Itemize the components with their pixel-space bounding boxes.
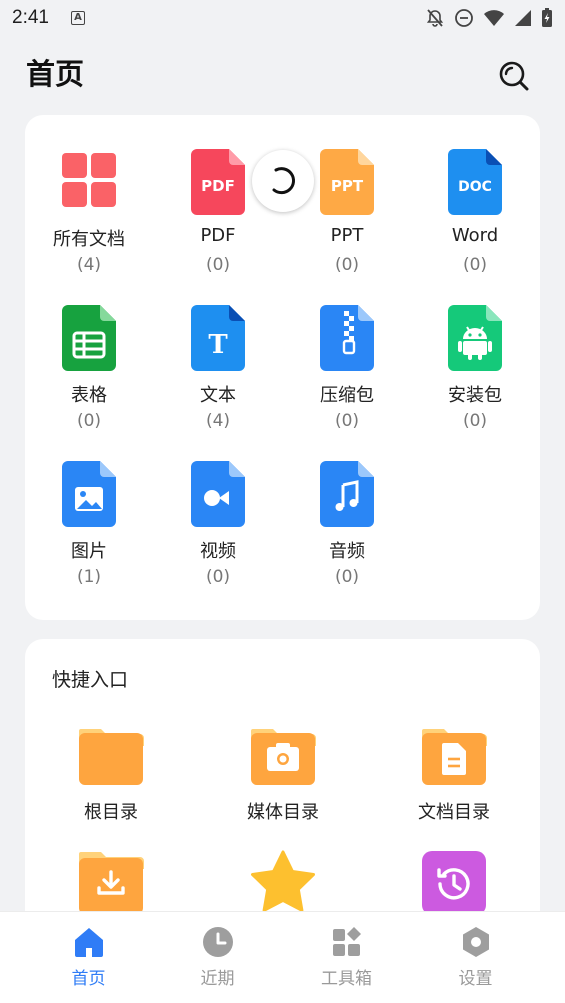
status-time: 2:41 <box>12 7 49 28</box>
nav-label: 工具箱 <box>321 969 372 989</box>
wifi-icon <box>484 10 504 26</box>
pdf-badge-text: PDF <box>201 177 235 195</box>
search-button[interactable] <box>496 58 532 94</box>
file-type-count: (0) <box>334 255 360 275</box>
file-type-count: (0) <box>76 411 102 431</box>
ppt-icon: PPT <box>320 149 374 215</box>
nav-label: 设置 <box>458 969 493 989</box>
pdf-icon: PDF <box>191 149 245 215</box>
ppt-badge-text: PPT <box>331 177 364 195</box>
root-folder-icon <box>79 729 144 785</box>
app-header: 首页 <box>0 52 565 98</box>
status-bar: 2:41 A <box>0 0 565 36</box>
file-type-audio[interactable]: 音频 (0) <box>283 461 411 611</box>
text-badge-glyph: T <box>208 330 228 360</box>
file-type-label: 图片 <box>71 541 107 562</box>
file-type-count: (0) <box>205 255 231 275</box>
page-title: 首页 <box>26 57 85 91</box>
file-type-image[interactable]: 图片 (1) <box>25 461 153 611</box>
bottom-navigation: 首页 近期 工具箱 设置 <box>0 911 565 1003</box>
file-type-count: (0) <box>462 411 488 431</box>
file-type-count: (0) <box>334 567 360 587</box>
file-type-label: 音频 <box>329 541 365 562</box>
loading-spinner <box>252 150 314 212</box>
clock-icon <box>203 927 233 957</box>
toolbox-icon <box>333 927 361 956</box>
battery-charging-icon <box>542 8 552 27</box>
audio-icon <box>320 461 374 527</box>
file-type-count: (1) <box>76 567 102 587</box>
quick-item-label: 根目录 <box>84 802 138 823</box>
accessibility-notification-icon: A <box>70 11 85 25</box>
video-icon <box>191 461 245 527</box>
bell-off-icon <box>426 9 444 27</box>
media-folder-icon <box>251 729 316 785</box>
spinner-arc-icon <box>272 167 295 195</box>
file-type-label: PPT <box>330 225 364 246</box>
quick-item-label: 文档目录 <box>418 802 490 823</box>
file-type-label: 所有文档 <box>53 229 125 250</box>
nav-tab-recent[interactable]: 近期 <box>147 912 288 1003</box>
file-type-count: (0) <box>205 567 231 587</box>
file-type-label: 表格 <box>71 385 107 406</box>
file-type-label: 视频 <box>200 541 236 562</box>
search-icon <box>499 61 529 91</box>
document-folder-icon <box>422 729 487 785</box>
file-type-spreadsheet[interactable]: 表格 (0) <box>25 305 153 455</box>
quick-access-card: 快捷入口 根目录 媒体目录 文档目录 <box>25 639 540 929</box>
nav-tab-toolbox[interactable]: 工具箱 <box>276 912 417 1003</box>
file-type-archive[interactable]: 压缩包 (0) <box>283 305 411 455</box>
spreadsheet-icon <box>62 305 116 371</box>
word-badge-text: DOC <box>458 179 492 195</box>
nav-label: 首页 <box>71 969 106 989</box>
file-type-label: 安装包 <box>448 385 502 406</box>
star-icon <box>251 850 315 912</box>
file-type-video[interactable]: 视频 (0) <box>154 461 282 611</box>
file-type-android-package[interactable]: 安装包 (0) <box>411 305 539 455</box>
history-icon <box>422 851 486 915</box>
nav-tab-settings[interactable]: 设置 <box>405 912 546 1003</box>
status-icons <box>425 8 553 28</box>
android-package-icon <box>448 305 502 371</box>
quick-item-label: 媒体目录 <box>247 802 319 823</box>
nav-label: 近期 <box>200 969 235 989</box>
archive-icon <box>320 305 374 371</box>
image-icon <box>62 461 116 527</box>
home-icon <box>75 928 103 957</box>
quick-item-document-folder[interactable]: 文档目录 <box>368 721 540 831</box>
signal-icon <box>515 10 531 26</box>
file-type-label: 文本 <box>200 385 236 406</box>
file-type-count: (4) <box>205 411 231 431</box>
file-type-label: Word <box>451 225 499 246</box>
word-icon: DOC <box>448 149 502 215</box>
file-type-label: PDF <box>200 225 236 246</box>
do-not-disturb-icon <box>455 9 473 27</box>
file-type-word[interactable]: DOC Word (0) <box>411 149 539 299</box>
file-type-count: (0) <box>462 255 488 275</box>
text-icon: T <box>191 305 245 371</box>
file-type-count: (0) <box>334 411 360 431</box>
nav-tab-home[interactable]: 首页 <box>18 912 159 1003</box>
quick-item-root-folder[interactable]: 根目录 <box>25 721 197 831</box>
quick-access-title: 快捷入口 <box>52 669 129 691</box>
download-folder-icon <box>79 852 144 914</box>
file-type-label: 压缩包 <box>320 385 374 406</box>
file-type-all-documents[interactable]: 所有文档 (4) <box>25 149 153 299</box>
file-type-count: (4) <box>76 255 102 275</box>
settings-icon <box>463 927 489 957</box>
quick-item-media-folder[interactable]: 媒体目录 <box>197 721 369 831</box>
file-type-text[interactable]: T 文本 (4) <box>154 305 282 455</box>
all-documents-icon <box>62 153 116 207</box>
